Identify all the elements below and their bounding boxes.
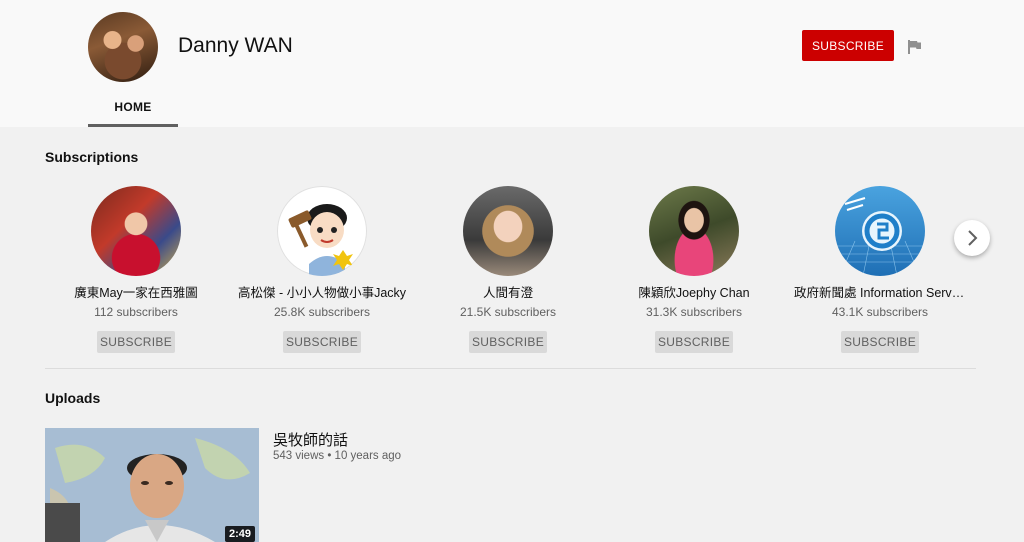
cartoon-avatar-icon	[288, 204, 353, 276]
section-divider	[45, 368, 976, 369]
subscription-avatar[interactable]	[649, 186, 739, 276]
subscription-card: 政府新聞處 Information Services Department 43…	[790, 186, 970, 353]
subscribe-button[interactable]: SUBSCRIBE	[283, 331, 361, 353]
thumbnail-image	[45, 428, 259, 542]
subscription-name[interactable]: 陳穎欣Joephy Chan	[604, 282, 784, 301]
video-duration: 2:49	[224, 526, 255, 542]
subscription-avatar[interactable]	[835, 186, 925, 276]
channel-avatar[interactable]	[88, 12, 158, 82]
video-thumbnail[interactable]: 2:49	[45, 428, 259, 542]
tab-home-label: HOME	[114, 100, 152, 114]
subscribe-button[interactable]: SUBSCRIBE	[97, 331, 175, 353]
subscription-avatar[interactable]	[463, 186, 553, 276]
flag-icon[interactable]	[907, 39, 923, 55]
subscriber-count: 25.8K subscribers	[273, 305, 371, 319]
subscribe-button[interactable]: SUBSCRIBE	[655, 331, 733, 353]
subscriber-count: 31.3K subscribers	[645, 305, 743, 319]
carousel-next-button[interactable]	[954, 220, 990, 256]
uploads-heading: Uploads	[45, 390, 101, 406]
subscriptions-heading: Subscriptions	[45, 149, 139, 165]
subscription-name[interactable]: 高松傑 - 小小人物做小事Jacky	[232, 282, 412, 301]
subscription-card: 人間有澄 21.5K subscribers SUBSCRIBE	[418, 186, 598, 353]
subscriber-count: 21.5K subscribers	[459, 305, 557, 319]
video-meta: 543 views • 10 years ago	[273, 450, 402, 462]
channel-name: Danny WAN	[178, 34, 293, 57]
video-title[interactable]: 吳牧師的話	[273, 429, 348, 450]
subscription-card: 高松傑 - 小小人物做小事Jacky 25.8K subscribers SUB…	[232, 186, 412, 353]
info-services-logo-icon	[835, 197, 925, 276]
subscribe-button[interactable]: SUBSCRIBE	[841, 331, 919, 353]
subscribe-button[interactable]: SUBSCRIBE	[802, 30, 894, 61]
subscription-card: 陳穎欣Joephy Chan 31.3K subscribers SUBSCRI…	[604, 186, 784, 353]
subscription-name[interactable]: 人間有澄	[418, 282, 598, 301]
channel-header: Danny WAN SUBSCRIBE HOME	[0, 0, 1024, 127]
subscription-avatar[interactable]	[91, 186, 181, 276]
tab-home[interactable]: HOME	[88, 90, 178, 127]
subscription-name[interactable]: 政府新聞處 Information Services Department	[790, 282, 970, 301]
subscription-card: 廣東May一家在西雅圖 112 subscribers SUBSCRIBE	[46, 186, 226, 353]
subscription-avatar[interactable]	[277, 186, 367, 276]
chevron-right-icon	[968, 230, 978, 246]
tab-active-indicator	[88, 124, 178, 127]
subscriber-count: 112 subscribers	[94, 305, 178, 319]
subscribe-button[interactable]: SUBSCRIBE	[469, 331, 547, 353]
subscriber-count: 43.1K subscribers	[831, 305, 929, 319]
subscription-name[interactable]: 廣東May一家在西雅圖	[46, 282, 226, 301]
